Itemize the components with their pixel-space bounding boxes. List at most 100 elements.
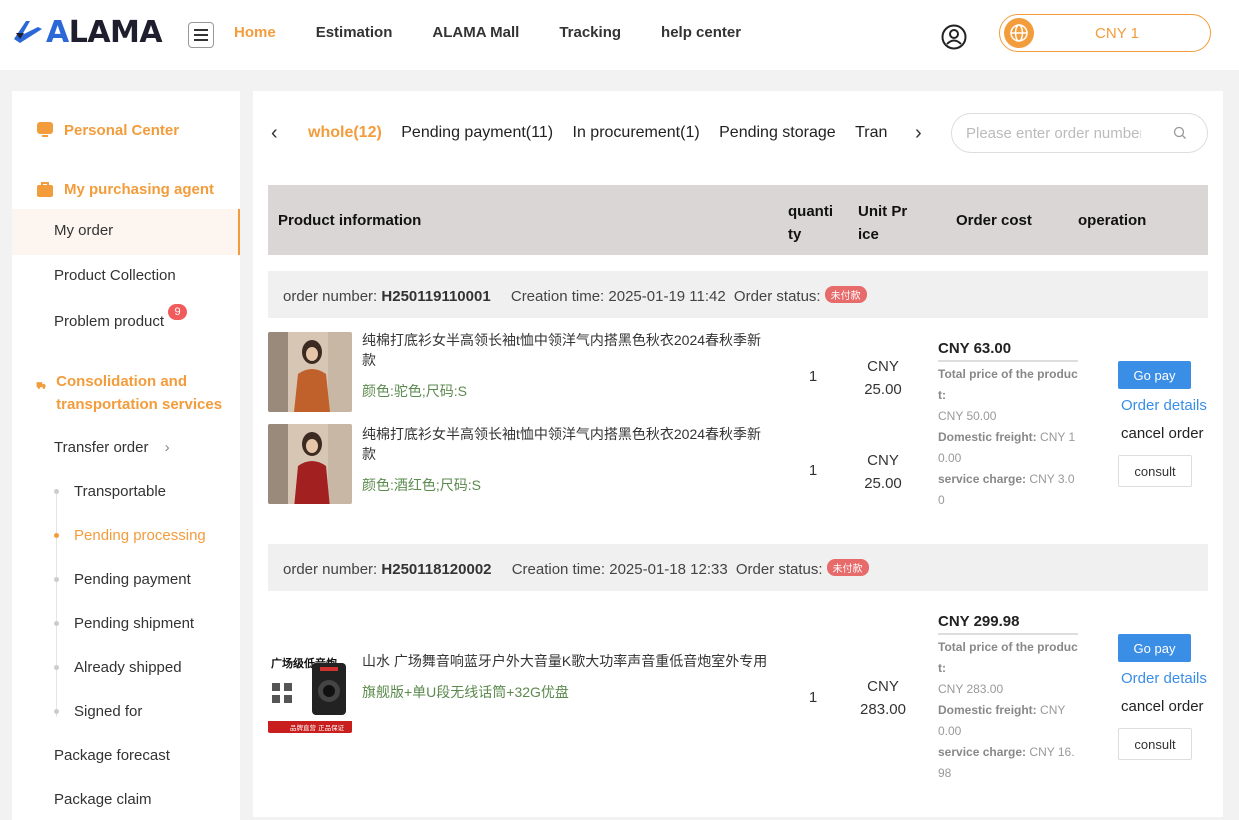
sidebar-sub-pending-processing[interactable]: Pending processing	[74, 527, 206, 544]
go-pay-button[interactable]: Go pay	[1118, 634, 1191, 662]
sidebar-item-transfer-order[interactable]: Transfer order ›	[54, 439, 170, 456]
currency-selector[interactable]: CNY 1	[999, 14, 1211, 52]
col-operation: operation	[1078, 212, 1147, 229]
tab-pending-payment[interactable]: Pending payment(11)	[401, 124, 553, 142]
sidebar-sub-pending-shipment[interactable]: Pending shipment	[74, 615, 194, 632]
tab-in-procurement[interactable]: In procurement(1)	[573, 124, 700, 142]
order-number: H250119110001	[381, 288, 491, 305]
chevron-right-icon[interactable]: ›	[915, 122, 922, 145]
sidebar-item-product-collection[interactable]: Product Collection	[54, 267, 176, 284]
product-spec: 颜色:驼色;尺码:S	[362, 383, 468, 399]
order-meta: order number: H250119110001 Creation tim…	[283, 286, 867, 305]
col-unit-price: Unit Pr ice	[858, 203, 908, 243]
sidebar-section-label: My purchasing agent	[64, 181, 215, 198]
product-image[interactable]: 广场级低音炮 品牌直营 正品保证	[268, 653, 352, 733]
cancel-order-link[interactable]: cancel order	[1121, 698, 1204, 715]
logo[interactable]: A LAMA	[12, 14, 163, 50]
order-number-label: order number:	[283, 561, 382, 578]
sidebar-item-package-claim[interactable]: Package claim	[54, 791, 152, 808]
creation-time-label: Creation time:	[510, 288, 609, 305]
order-cost-summary: CNY 299.98 Total price of the product: CN…	[938, 613, 1078, 784]
cost-label: Domestic freight:	[938, 430, 1037, 444]
order-search-input[interactable]	[966, 123, 1141, 143]
order-meta: order number: H250118120002 Creation tim…	[283, 559, 869, 578]
freight-line: Domestic freight: CNY 10.00	[938, 427, 1078, 469]
order-header: order number: H250118120002 Creation tim…	[268, 544, 1208, 591]
currency-label: CNY 1	[1095, 25, 1139, 42]
product-image[interactable]	[268, 332, 352, 412]
product-title[interactable]: 纯棉打底衫女半高领长袖t恤中领洋气内搭黑色秋衣2024春秋季新款	[362, 424, 772, 464]
chevron-right-icon: ›	[164, 439, 170, 456]
image-banner-text: 品牌直营 正品保证	[290, 723, 345, 732]
order-status-label: Order status:	[733, 288, 821, 305]
tab-whole[interactable]: whole(12)	[308, 124, 382, 142]
tree-dot	[54, 621, 59, 626]
order-tabs: whole(12) Pending payment(11) In procure…	[308, 124, 888, 142]
sidebar-personal-center[interactable]: Personal Center	[36, 119, 179, 142]
product-title[interactable]: 山水 广场舞音响蓝牙户外大音量K歌大功率声音重低音炮室外专用	[362, 651, 772, 671]
consult-button[interactable]: consult	[1118, 728, 1192, 760]
top-header: A LAMA Home Estimation ALAMA Mall Trackin…	[0, 0, 1239, 70]
product-spec: 旗舰版+单U段无线话筒+32G优盘	[362, 684, 569, 700]
item-quantity: 1	[808, 368, 818, 385]
user-icon[interactable]	[941, 24, 967, 50]
cancel-order-link[interactable]: cancel order	[1121, 425, 1204, 442]
item-quantity: 1	[808, 462, 818, 479]
item-unit-price: CNY 25.00	[864, 452, 902, 492]
nav-tracking[interactable]: Tracking	[559, 24, 621, 41]
order-total: CNY 299.98	[938, 613, 1078, 635]
search-icon[interactable]	[1173, 126, 1187, 140]
sidebar-item-package-forecast[interactable]: Package forecast	[54, 747, 170, 764]
product-price-line: Total price of the product: CNY 50.00	[938, 364, 1078, 427]
tab-pending-storage[interactable]: Pending storage	[719, 124, 836, 142]
order-cost-summary: CNY 63.00 Total price of the product: CNY…	[938, 340, 1078, 511]
order-details-link[interactable]: Order details	[1121, 397, 1207, 414]
consult-button[interactable]: consult	[1118, 455, 1192, 487]
sidebar-consolidation[interactable]: Consolidation and transportation service…	[36, 370, 226, 416]
order-status-label: Order status:	[735, 561, 823, 578]
creation-time-label: Creation time:	[511, 561, 610, 578]
monitor-icon	[37, 122, 53, 137]
sidebar-section-label: Consolidation and transportation service…	[56, 373, 223, 413]
service-charge-line: service charge: CNY 3.00	[938, 469, 1078, 511]
sidebar-sub-pending-payment[interactable]: Pending payment	[74, 571, 191, 588]
truck-icon	[36, 382, 46, 389]
product-image[interactable]	[268, 424, 352, 504]
cost-label: Total price of the product:	[938, 640, 1078, 675]
order-total: CNY 63.00	[938, 340, 1078, 362]
sidebar-purchasing-agent[interactable]: My purchasing agent	[36, 178, 214, 201]
nav-help-center[interactable]: help center	[661, 24, 741, 41]
freight-line: Domestic freight: CNY 0.00	[938, 700, 1078, 742]
chevron-left-icon[interactable]: ‹	[271, 122, 278, 145]
sidebar-section-label: Personal Center	[64, 122, 180, 139]
cost-value: CNY 283.00	[938, 682, 1004, 696]
logo-text: A LAMA	[46, 14, 163, 50]
sidebar-item-label: Transfer order	[54, 439, 149, 456]
order-details-link[interactable]: Order details	[1121, 670, 1207, 687]
service-charge-line: service charge: CNY 16.98	[938, 742, 1078, 784]
nav-estimation[interactable]: Estimation	[316, 24, 393, 41]
main-nav: Home Estimation ALAMA Mall Tracking help…	[234, 24, 781, 41]
hamburger-menu-button[interactable]	[188, 22, 214, 48]
sidebar-sub-transportable[interactable]: Transportable	[74, 483, 166, 500]
tab-transit[interactable]: Tran	[855, 124, 887, 142]
col-quantity: quanti ty	[788, 203, 833, 243]
product-spec: 颜色:酒红色;尺码:S	[362, 477, 482, 493]
item-unit-price: CNY 283.00	[860, 678, 906, 718]
product-price-line: Total price of the product: CNY 283.00	[938, 637, 1078, 700]
cost-value: CNY 50.00	[938, 409, 997, 423]
sidebar-item-my-order[interactable]: My order	[12, 209, 240, 255]
go-pay-button[interactable]: Go pay	[1118, 361, 1191, 389]
nav-home[interactable]: Home	[234, 24, 276, 41]
sidebar-sub-already-shipped[interactable]: Already shipped	[74, 659, 182, 676]
nav-alama-mall[interactable]: ALAMA Mall	[432, 24, 519, 41]
status-badge: 未付款	[826, 559, 869, 576]
sidebar-item-problem-product[interactable]: Problem product	[54, 313, 164, 330]
product-title[interactable]: 纯棉打底衫女半高领长袖t恤中领洋气内搭黑色秋衣2024春秋季新款	[362, 330, 772, 370]
cost-label: Domestic freight:	[938, 703, 1037, 717]
item-quantity: 1	[808, 689, 818, 706]
creation-time: 2025-01-19 11:42	[608, 288, 726, 305]
bag-icon	[37, 182, 53, 197]
sidebar-sub-signed-for[interactable]: Signed for	[74, 703, 142, 720]
tree-dot	[54, 489, 59, 494]
